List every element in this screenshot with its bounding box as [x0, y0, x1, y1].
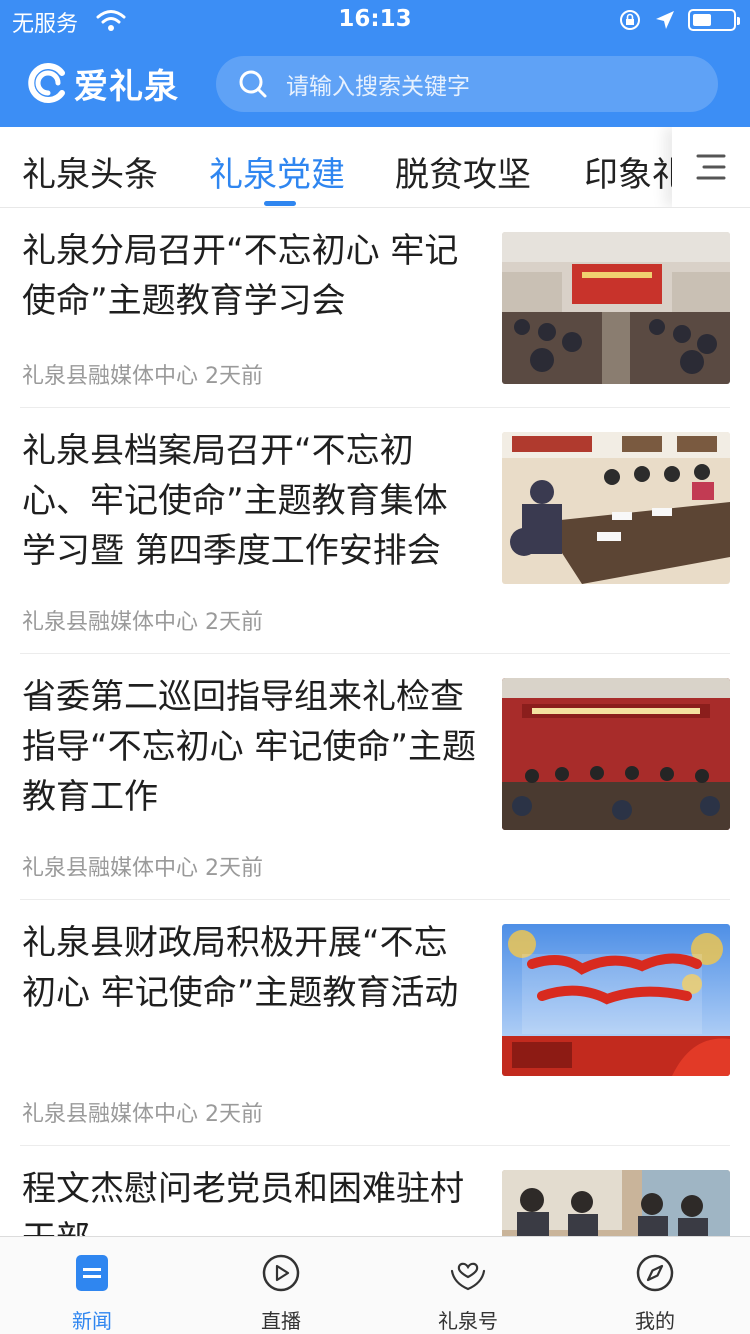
search-input[interactable]: 请输入搜索关键字 — [216, 56, 718, 112]
menu-icon — [696, 154, 726, 180]
active-tab-indicator — [264, 201, 296, 206]
nav-live-label: 直播 — [261, 1309, 301, 1333]
nav-mine[interactable]: 我的 — [580, 1237, 730, 1334]
play-icon — [262, 1254, 300, 1292]
nav-liquan-hao[interactable]: 礼泉号 — [393, 1237, 543, 1334]
tab-poverty-alleviation[interactable]: 脱贫攻坚 — [395, 147, 531, 196]
article-thumbnail — [502, 432, 730, 584]
article-title: 省委第二巡回指导组来礼检查指导“不忘初心 牢记使命”主题教育工作 — [22, 677, 477, 817]
article-title: 礼泉县档案局召开“不忘初心、牢记使命”主题教育集体学习暨 第四季度工作安排会 — [22, 431, 448, 571]
search-placeholder: 请输入搜索关键字 — [286, 74, 470, 100]
battery-icon — [688, 9, 740, 31]
article-title: 礼泉分局召开“不忘初心 牢记使命”主题教育学习会 — [22, 231, 459, 321]
heart-hands-icon — [450, 1262, 486, 1291]
article-time: 2天前 — [205, 610, 264, 635]
status-bar: 无服务 16:13 — [0, 0, 750, 42]
article-thumbnail — [502, 232, 730, 384]
article-source: 礼泉县融媒体中心 — [22, 1102, 199, 1127]
app-logo: 爱礼泉 — [24, 58, 179, 108]
article-source: 礼泉县融媒体中心 — [22, 610, 199, 635]
article-thumbnail — [502, 678, 730, 830]
article-source: 礼泉县融媒体中心 — [22, 856, 199, 881]
article-meta: 礼泉县融媒体中心 2天前 — [22, 1096, 263, 1128]
tab-menu-button[interactable] — [672, 127, 750, 207]
article-time: 2天前 — [205, 364, 264, 389]
article-item[interactable]: 礼泉县档案局召开“不忘初心、牢记使命”主题教育集体学习暨 第四季度工作安排会 礼… — [20, 408, 730, 654]
article-title: 程文杰慰问老党员和困难驻村干部 — [22, 1169, 464, 1236]
logo-text: 爱礼泉 — [74, 66, 179, 107]
article-item[interactable]: 程文杰慰问老党员和困难驻村干部 — [20, 1146, 730, 1236]
article-item[interactable]: 礼泉分局召开“不忘初心 牢记使命”主题教育学习会 礼泉县融媒体中心 2天前 — [20, 208, 730, 408]
logo-mark-icon — [28, 63, 65, 103]
article-thumbnail — [502, 1170, 730, 1236]
article-meta: 礼泉县融媒体中心 2天前 — [22, 850, 263, 882]
news-icon — [76, 1255, 108, 1291]
article-meta: 礼泉县融媒体中心 2天前 — [22, 604, 263, 636]
tab-party-building[interactable]: 礼泉党建 — [209, 147, 345, 196]
article-meta: 礼泉县融媒体中心 2天前 — [22, 358, 263, 390]
article-title: 礼泉县财政局积极开展“不忘初心 牢记使命”主题教育活动 — [22, 923, 459, 1013]
orientation-lock-icon — [620, 10, 640, 30]
search-icon — [239, 70, 267, 98]
category-tabs: 礼泉头条 礼泉党建 脱贫攻坚 印象礼 — [0, 127, 750, 208]
article-item[interactable]: 礼泉县财政局积极开展“不忘初心 牢记使命”主题教育活动 礼泉县融媒体中心 2天前 — [20, 900, 730, 1146]
nav-news-label: 新闻 — [72, 1309, 112, 1333]
article-item[interactable]: 省委第二巡回指导组来礼检查指导“不忘初心 牢记使命”主题教育工作 礼泉县融媒体中… — [20, 654, 730, 900]
nav-mine-label: 我的 — [635, 1309, 675, 1333]
nav-news[interactable]: 新闻 — [17, 1237, 167, 1334]
location-icon — [656, 11, 674, 29]
bottom-navigation: 新闻 直播 礼泉号 我的 — [0, 1236, 750, 1334]
article-thumbnail — [502, 924, 730, 1076]
article-source: 礼泉县融媒体中心 — [22, 364, 199, 389]
article-time: 2天前 — [205, 856, 264, 881]
nav-live[interactable]: 直播 — [206, 1237, 356, 1334]
nav-liquan-hao-label: 礼泉号 — [438, 1309, 498, 1333]
tab-headlines[interactable]: 礼泉头条 — [22, 147, 158, 196]
compass-icon — [636, 1254, 674, 1292]
news-feed: 礼泉分局召开“不忘初心 牢记使命”主题教育学习会 礼泉县融媒体中心 2天前 礼泉… — [0, 208, 750, 1236]
article-time: 2天前 — [205, 1102, 264, 1127]
tab-impressions[interactable]: 印象礼 — [584, 147, 686, 196]
app-header: 无服务 16:13 爱礼泉 请输入搜索关键字 — [0, 0, 750, 127]
